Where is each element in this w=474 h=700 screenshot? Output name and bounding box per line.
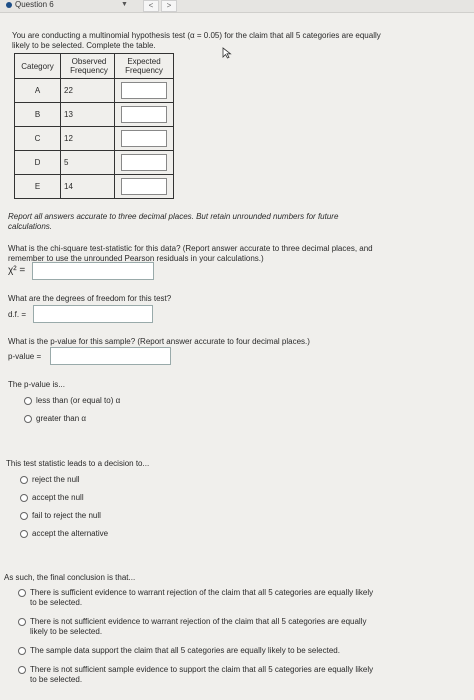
radio-button[interactable] xyxy=(20,475,28,484)
pvalue-question: What is the p-value for this sample? (Re… xyxy=(8,337,310,346)
table-row: A 22 xyxy=(14,78,174,103)
chi-question-line-1: What is the chi-square test-statistic fo… xyxy=(8,244,373,253)
option-accept-null[interactable]: accept the null xyxy=(20,493,84,503)
option-greater-than-alpha[interactable]: greater than α xyxy=(24,414,86,424)
status-dot-icon xyxy=(6,1,12,8)
option-fail-to-reject-null[interactable]: fail to reject the null xyxy=(20,511,101,521)
header-category: Category xyxy=(14,53,61,79)
radio-button[interactable] xyxy=(20,511,28,520)
expected-input-c[interactable] xyxy=(121,130,167,147)
df-question: What are the degrees of freedom for this… xyxy=(8,294,172,303)
prev-question-button[interactable]: < xyxy=(143,0,159,12)
option-less-than-alpha[interactable]: less than (or equal to) α xyxy=(24,396,120,406)
option-reject-null[interactable]: reject the null xyxy=(20,475,80,485)
conclusion-option-3[interactable]: The sample data support the claim that a… xyxy=(18,646,468,656)
df-input[interactable] xyxy=(33,305,153,323)
question-label: Question 6 xyxy=(15,0,54,9)
conclusion-option-4[interactable]: There is not sufficient sample evidence … xyxy=(18,665,468,685)
conclusion-option-1[interactable]: There is sufficient evidence to warrant … xyxy=(18,588,468,608)
radio-button[interactable] xyxy=(24,396,32,405)
radio-button[interactable] xyxy=(18,665,26,674)
report-note-line-2: calculations. xyxy=(8,222,53,231)
category-cell: B xyxy=(14,102,61,127)
table-row: B 13 xyxy=(14,102,174,127)
radio-button[interactable] xyxy=(18,617,26,626)
observed-cell: 13 xyxy=(60,102,115,127)
radio-button[interactable] xyxy=(20,529,28,538)
pvalue-compare-prompt: The p-value is... xyxy=(8,380,65,389)
observed-cell: 14 xyxy=(60,174,115,199)
expected-input-b[interactable] xyxy=(121,106,167,123)
category-cell: E xyxy=(14,174,61,199)
chevron-down-icon[interactable]: ▼ xyxy=(121,1,128,8)
intro-line-1: You are conducting a multinomial hypothe… xyxy=(12,31,381,40)
decision-prompt: This test statistic leads to a decision … xyxy=(6,459,150,468)
pvalue-input[interactable] xyxy=(50,347,171,365)
category-cell: D xyxy=(14,150,61,175)
observed-cell: 12 xyxy=(60,126,115,151)
table-row: D 5 xyxy=(14,150,174,175)
expected-input-e[interactable] xyxy=(121,178,167,195)
expected-input-a[interactable] xyxy=(121,82,167,99)
question-title[interactable]: Question 6 xyxy=(6,0,54,9)
radio-button[interactable] xyxy=(20,493,28,502)
table-row: E 14 xyxy=(14,174,174,199)
mouse-cursor-icon xyxy=(222,47,232,59)
report-note-line-1: Report all answers accurate to three dec… xyxy=(8,212,339,221)
category-cell: C xyxy=(14,126,61,151)
table-row: C 12 xyxy=(14,126,174,151)
chi-label: χ² = xyxy=(8,265,26,276)
radio-button[interactable] xyxy=(18,588,26,597)
intro-line-2: likely to be selected. Complete the tabl… xyxy=(12,41,156,50)
observed-cell: 5 xyxy=(60,150,115,175)
next-question-button[interactable]: > xyxy=(161,0,177,12)
category-cell: A xyxy=(14,78,61,103)
observed-cell: 22 xyxy=(60,78,115,103)
pvalue-label: p-value = xyxy=(8,352,42,361)
header-observed: Observed Frequency xyxy=(60,53,115,79)
chi-square-input[interactable] xyxy=(32,262,154,280)
table-header-row: Category Observed Frequency Expected Fre… xyxy=(14,53,174,79)
conclusion-option-2[interactable]: There is not sufficient evidence to warr… xyxy=(18,617,468,637)
radio-button[interactable] xyxy=(24,414,32,423)
question-header: Question 6 ▼ < > xyxy=(0,0,474,13)
radio-button[interactable] xyxy=(18,646,26,655)
expected-input-d[interactable] xyxy=(121,154,167,171)
df-label: d.f. = xyxy=(8,310,27,319)
option-accept-alternative[interactable]: accept the alternative xyxy=(20,529,108,539)
conclusion-prompt: As such, the final conclusion is that... xyxy=(4,573,136,582)
frequency-table: Category Observed Frequency Expected Fre… xyxy=(14,53,174,199)
header-expected: Expected Frequency xyxy=(114,53,174,79)
